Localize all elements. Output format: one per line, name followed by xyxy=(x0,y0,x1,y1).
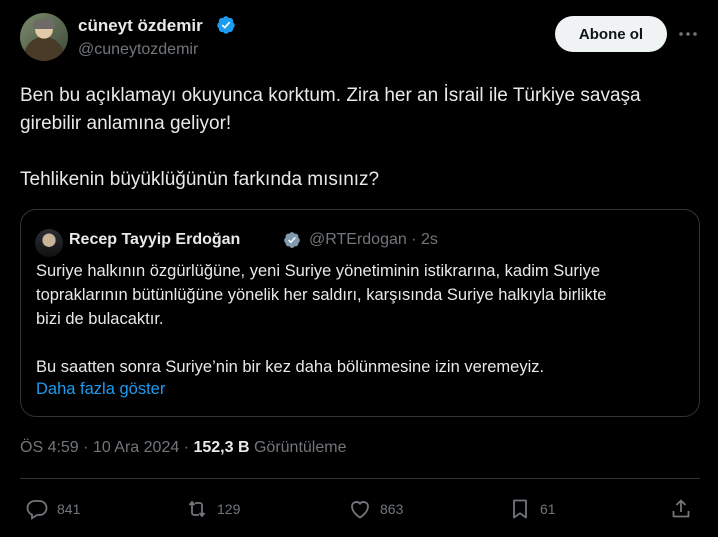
follow-button[interactable]: Abone ol xyxy=(555,16,667,52)
verified-badge-icon xyxy=(217,16,235,34)
author-name[interactable]: cüneyt özdemir xyxy=(78,16,203,36)
bookmark-button[interactable]: 61 xyxy=(508,495,556,523)
views-count: 152,3 B xyxy=(193,439,250,456)
tweet-text-line: Tehlikenin büyüklüğünün farkında mısınız… xyxy=(20,169,380,190)
quoted-text-line: bizi de bulacaktır. xyxy=(36,310,164,328)
tweet-date[interactable]: 10 Ara 2024 xyxy=(93,439,179,456)
retweet-icon xyxy=(188,501,206,517)
quoted-text-line: topraklarının bütünlüğüne yönelik her sa… xyxy=(36,286,607,304)
share-button[interactable] xyxy=(669,495,693,523)
tweet-time[interactable]: ÖS 4:59 xyxy=(20,439,79,456)
tweet: cüneyt özdemir @cuneytozdemir Abone ol B… xyxy=(0,0,718,537)
tweet-text-line: girebilir anlamına geliyor! xyxy=(20,113,232,134)
share-icon xyxy=(672,499,690,518)
tweet-text-line: Ben bu açıklamayı okuyunca korktum. Zira… xyxy=(20,85,641,106)
quoted-author-handle: @RTErdogan · 2s xyxy=(309,231,438,248)
more-icon[interactable] xyxy=(676,22,700,46)
quoted-text-line: Bu saatten sonra Suriye’nin bir kez daha… xyxy=(36,358,545,376)
quoted-tweet-text: Suriye halkının özgürlüğüne, yeni Suriye… xyxy=(36,259,686,379)
views-label: Görüntüleme xyxy=(253,439,347,456)
tweet-text: Ben bu açıklamayı okuyunca korktum. Zira… xyxy=(20,82,710,194)
author-handle[interactable]: @cuneytozdemir xyxy=(78,41,198,59)
quoted-author-name: Recep Tayyip Erdoğan xyxy=(69,231,241,248)
quoted-author-avatar xyxy=(35,229,63,257)
author-avatar[interactable] xyxy=(20,13,68,61)
quoted-tweet[interactable]: Recep Tayyip Erdoğan @RTErdogan · 2s Sur… xyxy=(20,209,700,417)
like-count: 863 xyxy=(380,501,404,517)
tweet-meta: ÖS 4:59 · 10 Ara 2024 · 152,3 B Görüntül… xyxy=(20,439,347,456)
reply-button[interactable]: 841 xyxy=(25,495,80,523)
retweet-count: 129 xyxy=(217,501,241,517)
verified-badge-icon xyxy=(284,232,300,248)
reply-count: 841 xyxy=(57,501,81,517)
bookmark-icon xyxy=(513,499,527,519)
reply-icon xyxy=(26,500,48,520)
bookmark-count: 61 xyxy=(540,501,556,517)
retweet-button[interactable]: 129 xyxy=(185,495,240,523)
heart-icon xyxy=(351,501,369,519)
show-more-link[interactable]: Daha fazla göster xyxy=(36,380,165,399)
quoted-text-line: Suriye halkının özgürlüğüne, yeni Suriye… xyxy=(36,262,601,280)
divider xyxy=(20,478,700,479)
like-button[interactable]: 863 xyxy=(348,495,403,523)
